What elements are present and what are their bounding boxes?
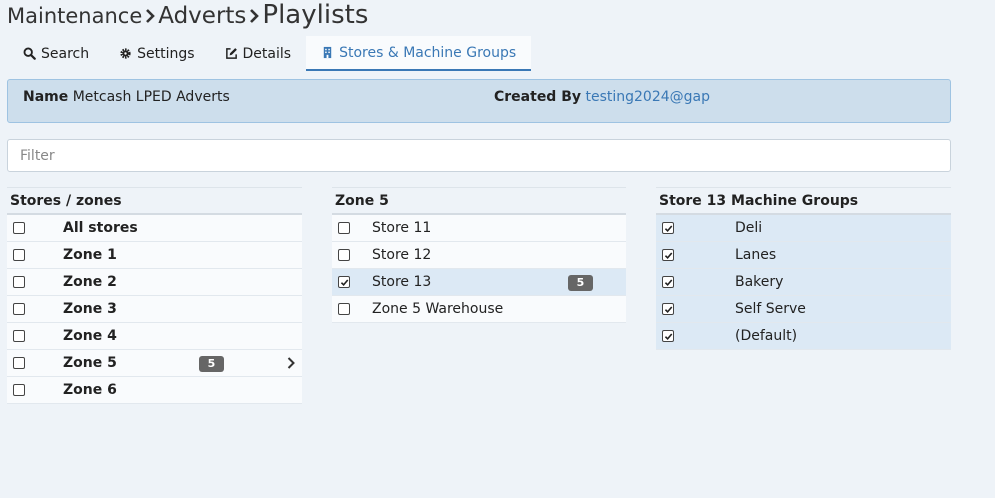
gear-icon <box>120 48 131 59</box>
stores-zones-header: Stores / zones <box>7 187 302 215</box>
breadcrumb: Maintenance Adverts Playlists <box>7 0 368 30</box>
created-by-label: Created By <box>494 89 582 105</box>
zone-row[interactable]: Zone 6 <box>7 377 302 404</box>
playlist-info-bar: Name Metcash LPED Adverts Created By tes… <box>7 79 951 123</box>
store-row-label: Store 13 <box>372 274 432 290</box>
store-row-label: Store 12 <box>372 247 432 263</box>
checkbox-checked[interactable] <box>338 276 350 288</box>
store-row-label: Zone 5 Warehouse <box>372 301 504 317</box>
checkbox[interactable] <box>13 357 25 369</box>
store-row[interactable]: Store 11 <box>332 215 626 242</box>
zone-stores-header: Zone 5 <box>332 187 626 215</box>
count-badge: 5 <box>199 356 224 372</box>
zone-row-label: Zone 1 <box>63 247 117 263</box>
created-by-link[interactable]: testing2024@gap <box>585 89 710 105</box>
machine-groups-panel: Store 13 Machine Groups Deli Lanes Bakery S… <box>656 187 951 350</box>
checkbox-checked[interactable] <box>662 276 674 288</box>
name-label: Name <box>23 89 69 105</box>
zone-row[interactable]: Zone 2 <box>7 269 302 296</box>
zone-row-label: Zone 3 <box>63 301 117 317</box>
zone-row[interactable]: Zone 5 5 <box>7 350 302 377</box>
search-icon <box>23 47 36 60</box>
machine-group-row-label: (Default) <box>735 328 798 344</box>
zone-row-label: All stores <box>63 220 138 236</box>
stores-list: Store 11 Store 12 Store 13 5 Zone 5 Warehous… <box>332 215 626 323</box>
breadcrumb-adverts[interactable]: Adverts <box>158 3 246 29</box>
checkbox[interactable] <box>13 276 25 288</box>
chevron-right-icon[interactable] <box>287 357 295 369</box>
breadcrumb-maintenance[interactable]: Maintenance <box>7 4 142 28</box>
machine-group-row-label: Self Serve <box>735 301 806 317</box>
zone-row[interactable]: Zone 4 <box>7 323 302 350</box>
name-field: Name Metcash LPED Adverts <box>23 89 230 105</box>
zone-row[interactable]: Zone 3 <box>7 296 302 323</box>
tab-settings-label: Settings <box>137 45 195 62</box>
machine-group-row-label: Lanes <box>735 247 777 263</box>
checkbox[interactable] <box>338 249 350 261</box>
checkbox-checked[interactable] <box>662 303 674 315</box>
checkbox[interactable] <box>338 303 350 315</box>
checkbox[interactable] <box>13 303 25 315</box>
zone-row-label: Zone 4 <box>63 328 117 344</box>
filter-input[interactable] <box>7 139 951 172</box>
zone-row[interactable]: All stores <box>7 215 302 242</box>
machine-group-row[interactable]: (Default) <box>656 323 951 350</box>
store-row[interactable]: Store 13 5 <box>332 269 626 296</box>
count-badge: 5 <box>568 275 593 291</box>
tab-details[interactable]: Details <box>210 36 307 71</box>
machine-group-row[interactable]: Deli <box>656 215 951 242</box>
chevron-right-icon <box>246 8 262 27</box>
tab-settings[interactable]: Settings <box>104 36 209 71</box>
store-row[interactable]: Zone 5 Warehouse <box>332 296 626 323</box>
checkbox[interactable] <box>338 222 350 234</box>
zone-stores-panel: Zone 5 Store 11 Store 12 Store 13 5 Zone 5 W… <box>332 187 626 323</box>
zone-row-label: Zone 6 <box>63 382 117 398</box>
stores-zones-panel: Stores / zones All stores Zone 1 Zone 2 Zon… <box>7 187 302 404</box>
edit-icon <box>225 48 237 59</box>
checkbox[interactable] <box>13 249 25 261</box>
machine-group-row[interactable]: Self Serve <box>656 296 951 323</box>
tab-details-label: Details <box>242 45 292 62</box>
zone-row-label: Zone 5 <box>63 355 117 371</box>
checkbox[interactable] <box>13 222 25 234</box>
checkbox-checked[interactable] <box>662 249 674 261</box>
created-by-field: Created By testing2024@gap <box>494 89 710 105</box>
zone-row-label: Zone 2 <box>63 274 117 290</box>
tab-search[interactable]: Search <box>8 36 104 71</box>
checkbox-checked[interactable] <box>662 330 674 342</box>
tab-stores-machine-groups-label: Stores & Machine Groups <box>339 44 517 61</box>
tab-search-label: Search <box>41 45 90 62</box>
building-icon <box>323 46 332 59</box>
zones-list: All stores Zone 1 Zone 2 Zone 3 Zone 4 Zone 5… <box>7 215 302 404</box>
machine-groups-header: Store 13 Machine Groups <box>656 187 951 215</box>
checkbox[interactable] <box>13 330 25 342</box>
store-row-label: Store 11 <box>372 220 432 236</box>
machine-group-row[interactable]: Lanes <box>656 242 951 269</box>
zone-row[interactable]: Zone 1 <box>7 242 302 269</box>
checkbox[interactable] <box>13 384 25 396</box>
chevron-right-icon <box>142 8 158 27</box>
page-title: Playlists <box>262 0 369 30</box>
machine-group-row[interactable]: Bakery <box>656 269 951 296</box>
machine-group-row-label: Bakery <box>735 274 784 290</box>
machine-group-row-label: Deli <box>735 220 763 236</box>
tab-bar: Search Settings Details Stores & Machine… <box>8 36 532 71</box>
checkbox-checked[interactable] <box>662 222 674 234</box>
machine-groups-list: Deli Lanes Bakery Self Serve (Default) <box>656 215 951 350</box>
store-row[interactable]: Store 12 <box>332 242 626 269</box>
tab-stores-machine-groups[interactable]: Stores & Machine Groups <box>306 36 532 71</box>
name-value: Metcash LPED Adverts <box>72 89 230 105</box>
